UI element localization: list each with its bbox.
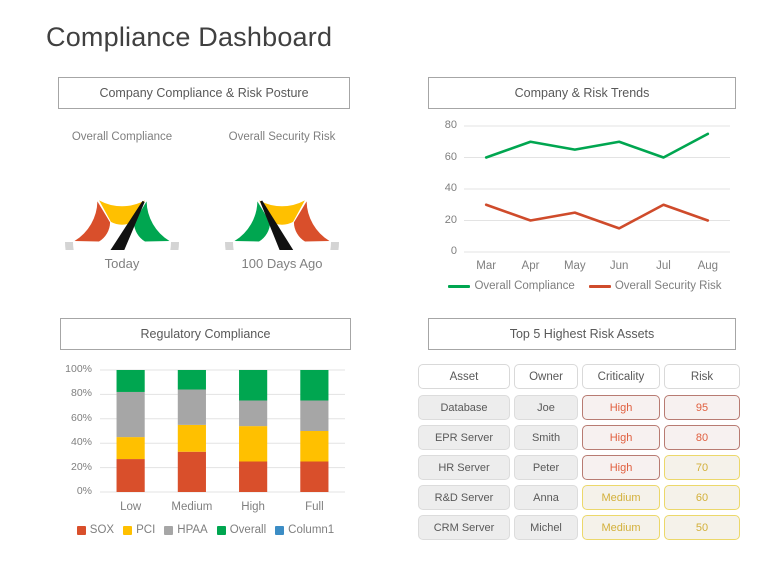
legend-label: HPAA (177, 524, 208, 536)
line-chart-ytick: 40 (444, 182, 457, 194)
bar-chart-ytick: 100% (65, 363, 92, 375)
panel-header-trends-label: Company & Risk Trends (514, 86, 650, 100)
legend-label: Overall Compliance (474, 280, 575, 292)
legend-label: Overall Security Risk (614, 280, 722, 292)
table-cell-risk[interactable]: 60 (664, 485, 740, 510)
table-cell-risk[interactable]: 50 (664, 515, 740, 540)
legend-line-icon (588, 284, 611, 288)
legend-item: Column1 (275, 524, 334, 536)
bar-chart-xtick: Low (120, 501, 142, 513)
panel-header-risk-assets: Top 5 Highest Risk Assets (428, 318, 736, 350)
line-chart-ytick: 80 (444, 119, 457, 131)
table-cell-criticality[interactable]: Medium (582, 515, 660, 540)
bar-chart-ytick: 40% (70, 436, 92, 449)
legend-item: HPAA (164, 524, 208, 536)
bar-chart-xtick: Medium (171, 501, 213, 513)
dashboard-page: Compliance Dashboard Company Compliance … (0, 0, 768, 576)
risk-assets-table: Asset Owner Criticality Risk Database Joe High… (404, 364, 744, 540)
bar-chart-ytick: 60% (70, 411, 92, 424)
table-cell-risk[interactable]: 70 (664, 455, 740, 480)
bar-chart-xtick: High (241, 501, 265, 513)
table-cell-criticality[interactable]: Medium (582, 485, 660, 510)
legend-item: SOX (76, 524, 115, 536)
table-cell-risk[interactable]: 95 (664, 395, 740, 420)
panel-header-trends: Company & Risk Trends (428, 77, 736, 109)
table-cell-asset[interactable]: Database (418, 395, 510, 420)
table-cell-owner[interactable]: Peter (514, 455, 578, 480)
line-chart-ytick: 60 (444, 150, 457, 163)
table-cell-criticality[interactable]: High (582, 455, 660, 480)
legend-label: Overall (229, 524, 267, 536)
legend-label: Column1 (288, 524, 335, 536)
page-title: Compliance Dashboard (46, 22, 333, 52)
panel-header-regulatory-label: Regulatory Compliance (140, 327, 271, 341)
panel-header-posture-label: Company Compliance & Risk Posture (99, 86, 309, 100)
bar-chart-ytick: 20% (70, 460, 92, 473)
table-cell-owner[interactable]: Smith (514, 425, 578, 450)
line-chart-xtick: Aug (697, 260, 719, 272)
line-chart-ytick: 20 (444, 213, 457, 226)
table-cell-owner[interactable]: Michel (514, 515, 578, 540)
table-cell-asset[interactable]: HR Server (418, 455, 510, 480)
legend-item: PCI (123, 524, 155, 536)
table-cell-asset[interactable]: CRM Server (418, 515, 510, 540)
table-header-owner[interactable]: Owner (514, 364, 578, 389)
gauge-1 (222, 166, 342, 299)
table-cell-asset[interactable]: R&D Server (418, 485, 510, 510)
table-header-asset[interactable]: Asset (418, 364, 510, 389)
legend-item: Overall Security Risk (588, 280, 722, 292)
line-chart: 0 20 40 60 80 Mar Apr May Jun Jul Aug Overall Compl… (428, 118, 738, 298)
legend-swatch-icon (164, 525, 174, 535)
table-header-criticality[interactable]: Criticality (582, 364, 660, 389)
legend-line-icon (448, 284, 471, 288)
table-cell-criticality[interactable]: High (582, 425, 660, 450)
legend-swatch-icon (275, 525, 285, 535)
legend-item: Overall Compliance (448, 280, 575, 292)
legend-label: PCI (136, 524, 156, 536)
table-cell-asset[interactable]: EPR Server (418, 425, 510, 450)
table-cell-risk[interactable]: 80 (664, 425, 740, 450)
line-chart-ytick: 0 (450, 245, 457, 257)
gauge-caption-1: 100 Days Ago (241, 256, 323, 271)
table-cell-criticality[interactable]: High (582, 395, 660, 420)
panel-header-posture: Company Compliance & Risk Posture (58, 77, 350, 109)
gauge-0 (62, 166, 182, 299)
gauge-label-1: Overall Security Risk (228, 131, 336, 143)
table-cell-owner[interactable]: Anna (514, 485, 578, 510)
table-cell-owner[interactable]: Joe (514, 395, 578, 420)
panel-header-risk-assets-label: Top 5 Highest Risk Assets (509, 327, 655, 341)
gauge-caption-0: Today (104, 256, 140, 271)
legend-swatch-icon (216, 525, 226, 535)
bar-chart-ytick: 80% (70, 387, 92, 400)
bar-chart: 0% 20% 40% 60% 80% 100% Low Medium High Full SOX PC… (60, 360, 351, 540)
line-chart-legend: Overall Compliance Overall Security Risk (430, 280, 740, 292)
legend-item: Overall (216, 524, 267, 536)
gauge-label-0: Overall Compliance (71, 131, 173, 143)
table-header-risk[interactable]: Risk (664, 364, 740, 389)
bar-chart-ytick: 0% (76, 485, 92, 497)
bar-chart-xtick: Full (305, 501, 324, 513)
legend-swatch-icon (123, 525, 133, 535)
bar-chart-legend: SOX PCI HPAA Overall Column1 (60, 524, 351, 536)
legend-label: SOX (89, 524, 115, 536)
panel-header-regulatory: Regulatory Compliance (60, 318, 351, 350)
legend-swatch-icon (76, 525, 86, 535)
